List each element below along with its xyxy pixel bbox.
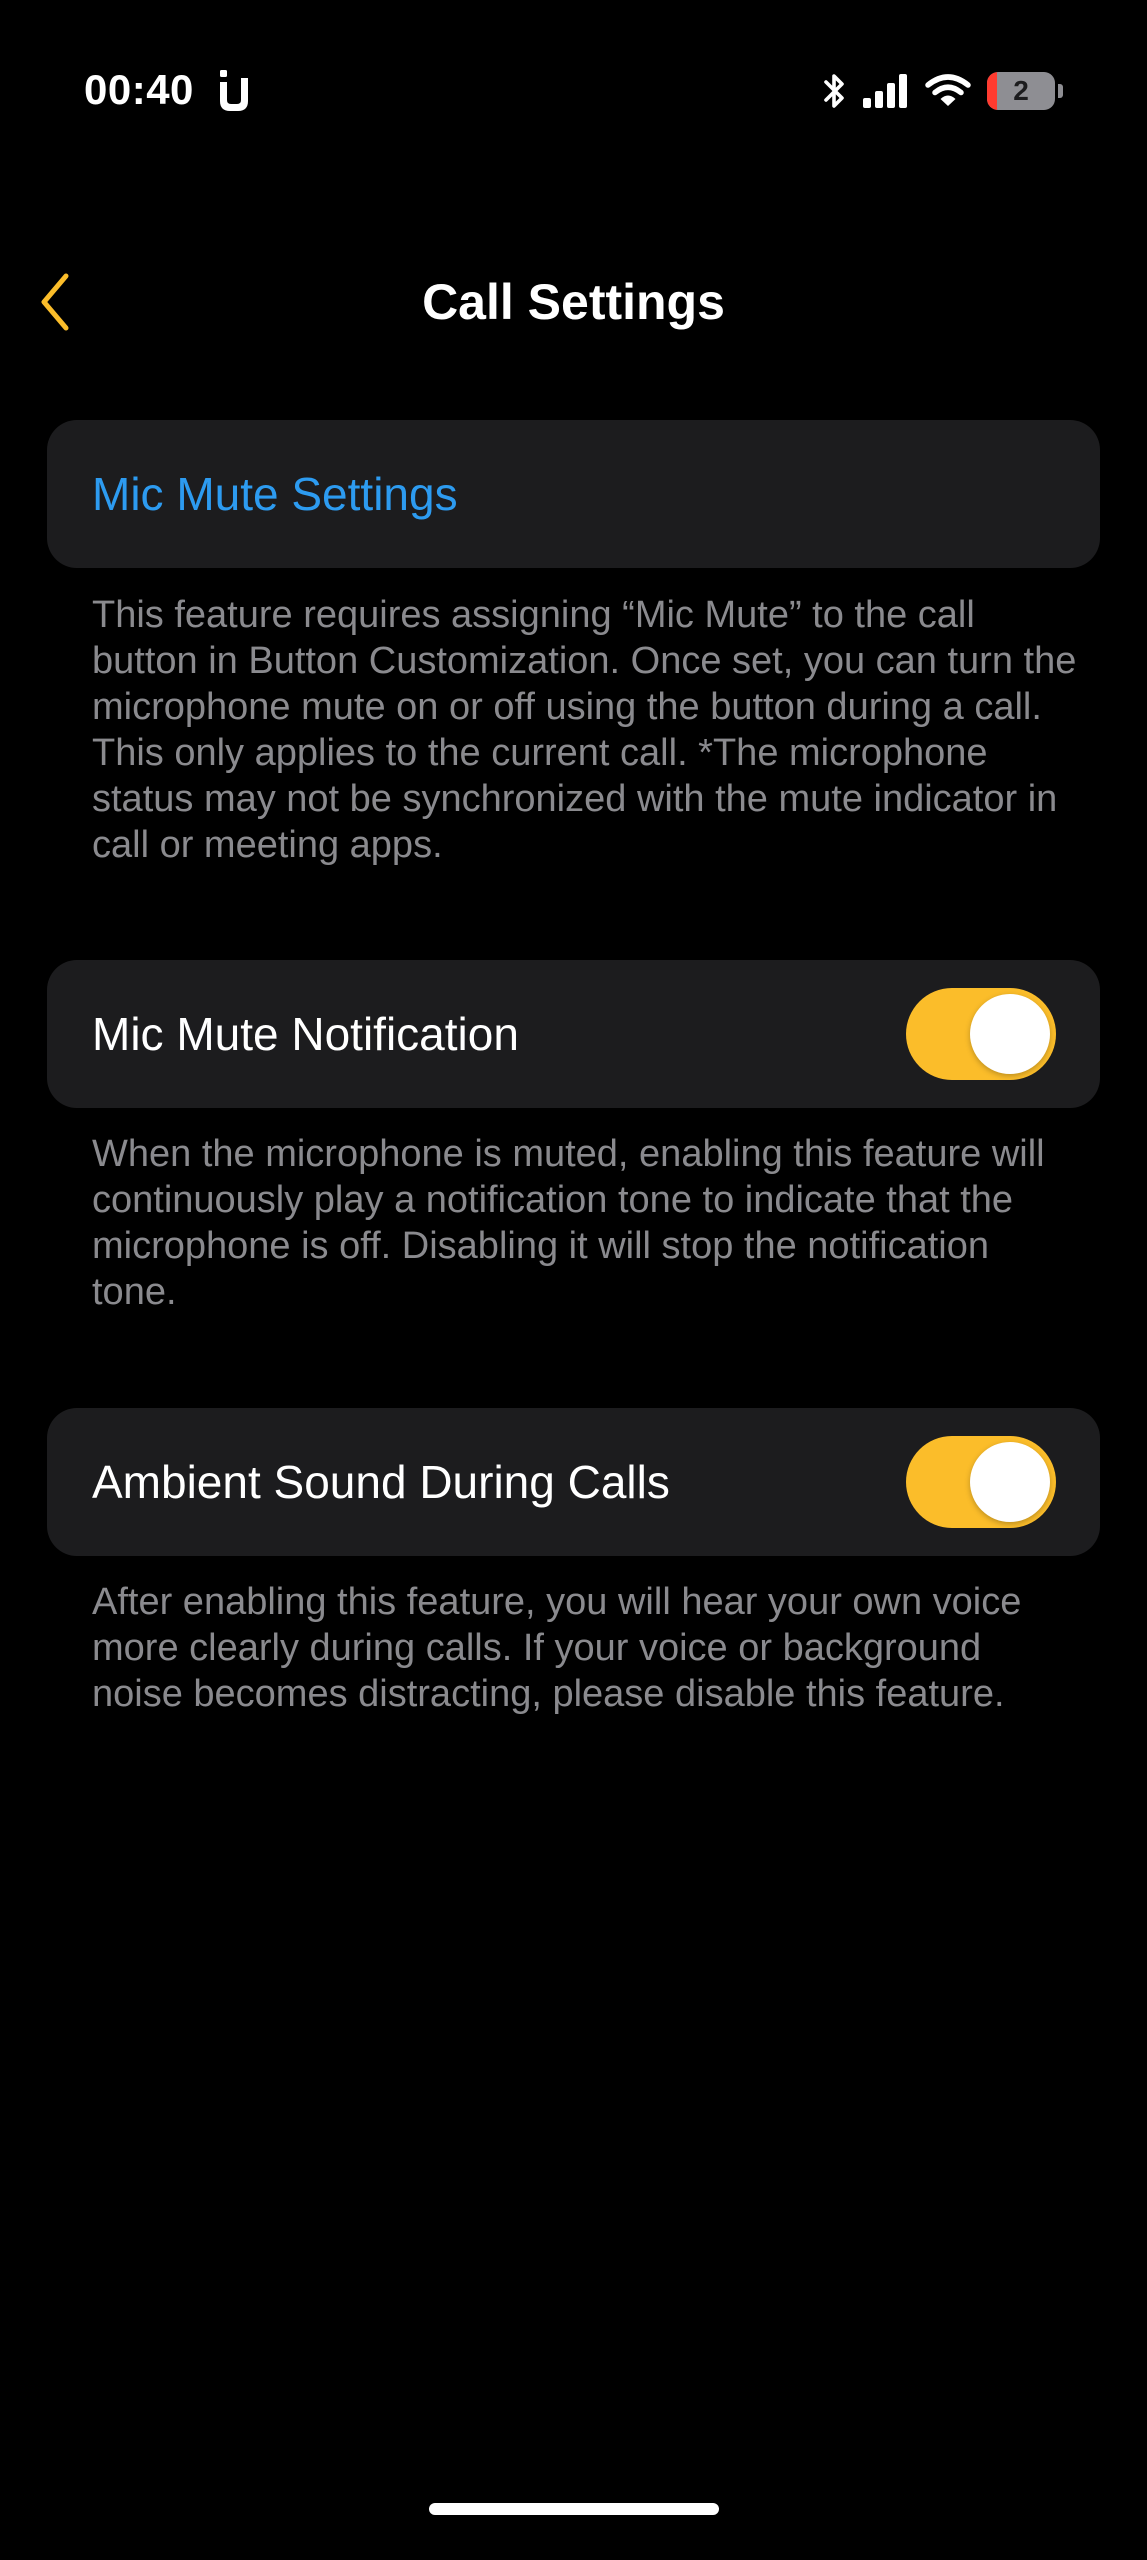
status-bar: 00:40 2 xyxy=(0,0,1147,180)
ambient-sound-label: Ambient Sound During Calls xyxy=(92,1456,670,1508)
mic-mute-notification-label: Mic Mute Notification xyxy=(92,1008,519,1060)
home-indicator[interactable] xyxy=(429,2503,719,2515)
bluetooth-icon xyxy=(824,74,844,108)
app-notification-icon xyxy=(220,70,248,111)
mic-mute-notification-description: When the microphone is muted, enabling t… xyxy=(92,1133,1045,1313)
toggle-knob xyxy=(970,994,1050,1074)
page-title: Call Settings xyxy=(422,274,725,330)
mic-mute-notification-toggle[interactable] xyxy=(906,988,1056,1080)
ambient-sound-description: After enabling this feature, you will he… xyxy=(92,1581,1022,1715)
mic-mute-notification-row: Mic Mute Notification xyxy=(47,960,1100,1108)
battery-level: 2 xyxy=(1013,75,1029,106)
status-time: 00:40 xyxy=(84,66,194,113)
toggle-knob xyxy=(970,1442,1050,1522)
wifi-icon xyxy=(925,74,971,106)
status-indicators: 2 xyxy=(821,68,1063,114)
mic-mute-settings-row[interactable]: Mic Mute Settings xyxy=(47,420,1100,568)
battery-icon: 2 xyxy=(987,72,1063,110)
mic-mute-settings-link[interactable]: Mic Mute Settings xyxy=(92,420,458,568)
ambient-sound-row: Ambient Sound During Calls xyxy=(47,1408,1100,1556)
cellular-signal-icon xyxy=(863,74,907,108)
mic-mute-settings-description: This feature requires assigning “Mic Mut… xyxy=(92,594,1077,866)
ambient-sound-toggle[interactable] xyxy=(906,1436,1056,1528)
